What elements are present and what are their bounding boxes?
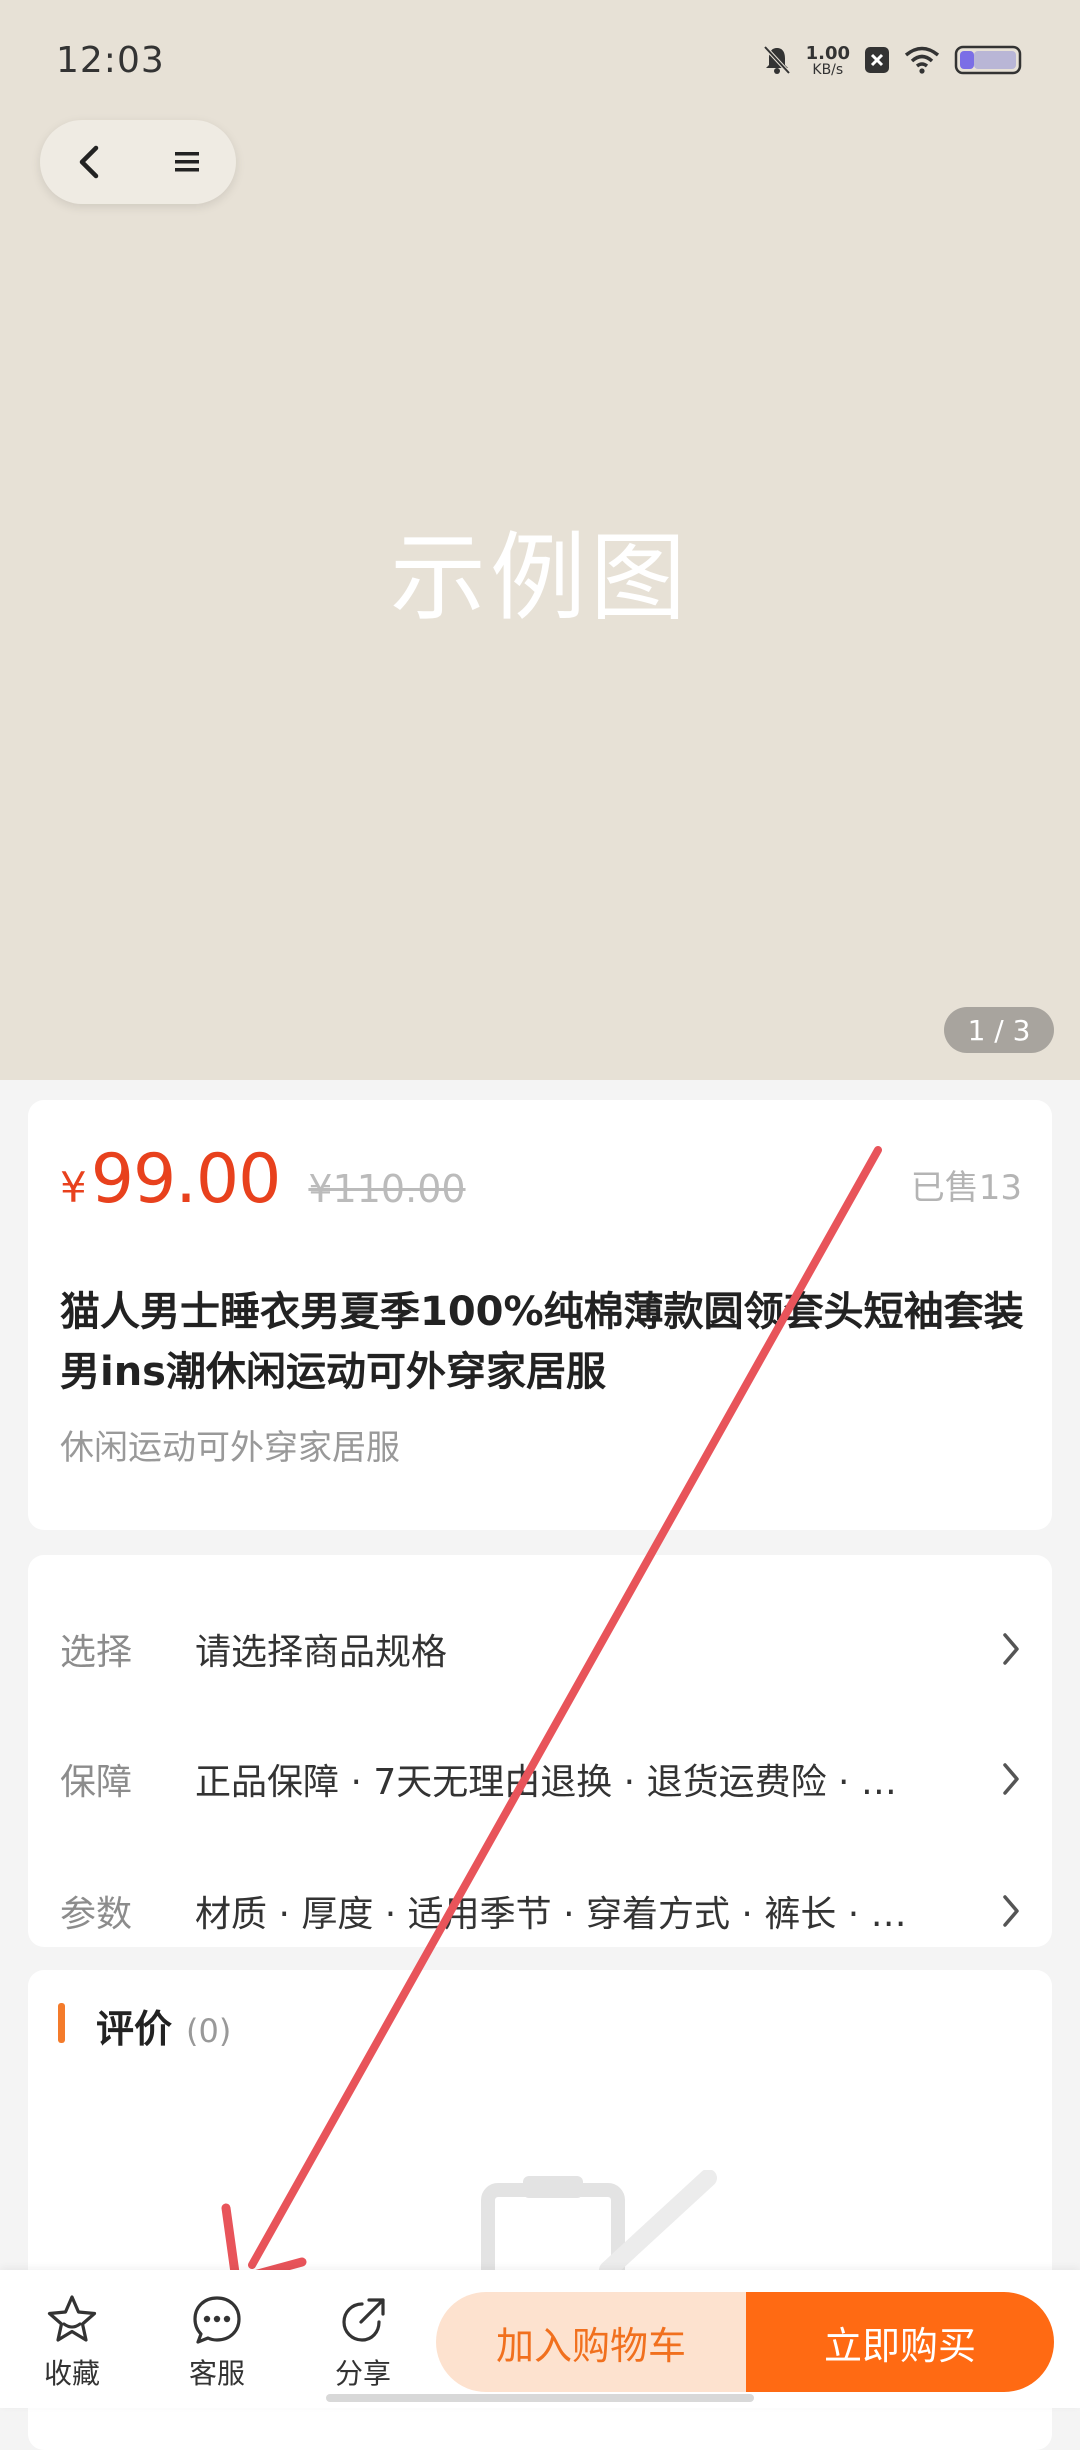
close-icon [864, 46, 890, 78]
chevron-right-icon [982, 1892, 1022, 1930]
spec-value: 请选择商品规格 [195, 1632, 448, 1673]
spec-label: 保障 [60, 1762, 133, 1803]
status-time: 12:03 [56, 40, 165, 81]
favorite-label: 收藏 [43, 2357, 100, 2390]
spec-card: 选择 请选择商品规格 保障 正品保障 · 7天无理由退换 · 退货运费险 · …… [28, 1555, 1052, 1947]
spec-row-select[interactable]: 选择 请选择商品规格 [60, 1619, 1022, 1679]
price-currency: ¥ [60, 1163, 87, 1212]
price-row: ¥ 99.00 ¥110.00 [60, 1140, 466, 1219]
share-label: 分享 [334, 2357, 391, 2390]
star-icon [47, 2295, 97, 2342]
product-info-card: ¥ 99.00 ¥110.00 已售13 猫人男士睡衣男夏季100%纯棉薄款圆领… [28, 1100, 1052, 1530]
spec-value: 正品保障 · 7天无理由退换 · 退货运费险 · … [195, 1762, 897, 1803]
share-icon [342, 2298, 385, 2342]
customer-service-button[interactable]: 客服 [167, 2292, 267, 2392]
hero-watermark: 示例图 [390, 522, 690, 634]
status-icons: 1.00 KB/s [762, 42, 1024, 82]
product-title: 猫人男士睡衣男夏季100%纯棉薄款圆领套头短袖套装男ins潮休闲运动可外穿家居服 [60, 1289, 1024, 1395]
price-value: 99.00 [90, 1140, 282, 1219]
sold-count: 已售13 [910, 1168, 1022, 1208]
section-accent-bar [58, 2003, 65, 2043]
chevron-right-icon [982, 1630, 1022, 1668]
spec-label: 参数 [60, 1894, 133, 1935]
spec-label: 选择 [60, 1632, 133, 1673]
chat-bubble-icon [193, 2296, 241, 2344]
reviews-count: (0) [186, 2012, 232, 2050]
spec-value: 材质 · 厚度 · 适用季节 · 穿着方式 · 裤长 · … [195, 1894, 907, 1935]
buy-now-button[interactable]: 立即购买 [746, 2292, 1054, 2392]
menu-button[interactable] [157, 132, 217, 192]
reviews-title: 评价 [96, 2007, 173, 2051]
battery-icon [954, 44, 1024, 80]
wifi-icon [904, 46, 940, 78]
service-label: 客服 [188, 2357, 245, 2390]
bottom-action-bar: 收藏 客服 分享 加入购物车 立即购买 [0, 2270, 1080, 2408]
reviews-header[interactable]: 评价 (0) [96, 1998, 231, 2053]
add-to-cart-button[interactable]: 加入购物车 [436, 2292, 746, 2392]
spec-row-guarantee[interactable]: 保障 正品保障 · 7天无理由退换 · 退货运费险 · … [60, 1749, 1022, 1809]
chevron-left-icon [79, 145, 99, 179]
back-button[interactable] [59, 132, 119, 192]
share-button[interactable]: 分享 [313, 2292, 413, 2392]
page-indicator: 1 / 3 [944, 1007, 1054, 1053]
net-speed-unit: KB/s [812, 62, 844, 78]
product-subtitle: 休闲运动可外穿家居服 [60, 1428, 400, 1468]
original-price: ¥110.00 [308, 1167, 466, 1211]
product-image-carousel[interactable]: 12:03 1.00 KB/s 示例图 1 / 3 [0, 0, 1080, 1080]
nav-pill [40, 120, 236, 204]
net-speed-value: 1.00 [805, 43, 850, 64]
bell-off-icon [762, 44, 792, 80]
favorite-button[interactable]: 收藏 [22, 2292, 122, 2392]
menu-icon [175, 152, 199, 172]
spec-row-params[interactable]: 参数 材质 · 厚度 · 适用季节 · 穿着方式 · 裤长 · … [60, 1881, 1022, 1941]
chevron-right-icon [982, 1760, 1022, 1798]
net-speed: 1.00 KB/s [806, 45, 850, 79]
home-indicator[interactable] [326, 2394, 754, 2402]
